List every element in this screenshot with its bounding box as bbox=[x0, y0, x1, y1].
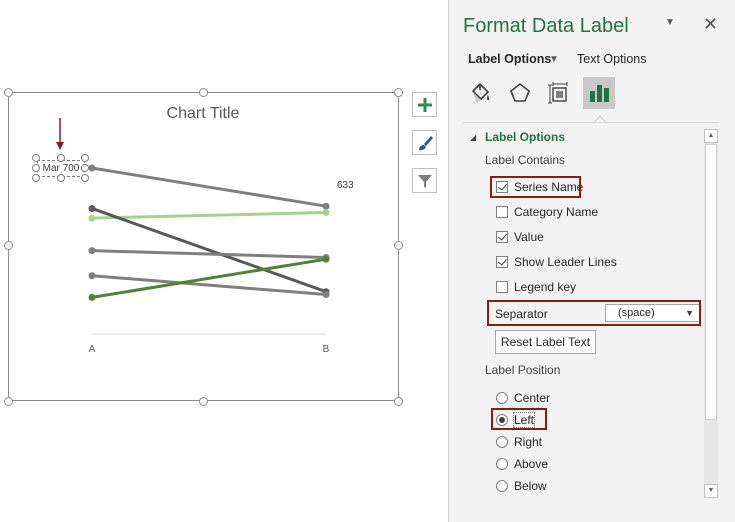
collapse-icon[interactable]: ◢ bbox=[470, 133, 476, 142]
checkbox-box[interactable] bbox=[496, 231, 508, 243]
series-point[interactable] bbox=[322, 291, 330, 299]
label-handle[interactable] bbox=[81, 174, 89, 182]
label-handle[interactable] bbox=[57, 174, 65, 182]
pentagon-icon bbox=[510, 82, 530, 102]
position-right-radio[interactable]: Right bbox=[496, 435, 542, 449]
legend-key-label: Legend key bbox=[514, 280, 577, 294]
scroll-up-icon[interactable]: ▲ bbox=[704, 129, 718, 143]
value-checkbox[interactable]: Value bbox=[496, 230, 544, 244]
label-options-tab[interactable] bbox=[583, 77, 615, 109]
value-label: Value bbox=[514, 230, 544, 244]
series-point[interactable] bbox=[322, 255, 330, 263]
checkbox-box[interactable] bbox=[496, 256, 508, 268]
bar-chart-icon bbox=[590, 85, 609, 102]
highlight-series-name bbox=[490, 176, 581, 198]
position-center-radio[interactable]: Center bbox=[496, 391, 550, 405]
chart-title[interactable]: Chart Title bbox=[167, 105, 240, 122]
series-point[interactable] bbox=[88, 293, 96, 301]
effects-tab[interactable] bbox=[504, 77, 536, 109]
radio-circle[interactable] bbox=[496, 392, 508, 404]
show-leader-lines-label: Show Leader Lines bbox=[514, 255, 617, 269]
x-tick-label: A bbox=[89, 344, 96, 355]
resize-handle[interactable] bbox=[4, 88, 13, 97]
brush-icon bbox=[418, 135, 433, 150]
label-handle[interactable] bbox=[57, 154, 65, 162]
radio-circle[interactable] bbox=[496, 480, 508, 492]
resize-handle[interactable] bbox=[199, 88, 208, 97]
resize-handle[interactable] bbox=[4, 397, 13, 406]
radio-circle[interactable] bbox=[496, 458, 508, 470]
chart-styles-button[interactable] bbox=[412, 130, 437, 155]
position-above-radio[interactable]: Above bbox=[496, 457, 548, 471]
chart-elements-button[interactable] bbox=[412, 92, 437, 117]
position-below-label: Below bbox=[514, 479, 547, 493]
highlight-separator bbox=[487, 300, 701, 326]
series-point[interactable] bbox=[88, 272, 96, 280]
show-leader-lines-checkbox[interactable]: Show Leader Lines bbox=[496, 255, 617, 269]
position-right-label: Right bbox=[514, 435, 543, 449]
series-point[interactable] bbox=[322, 208, 330, 216]
annotation-arrowhead bbox=[56, 142, 64, 150]
plus-icon bbox=[417, 97, 432, 112]
label-position-heading: Label Position bbox=[485, 363, 561, 377]
label-contains-heading: Label Contains bbox=[485, 153, 566, 167]
category-name-label: Category Name bbox=[514, 205, 599, 219]
position-center-label: Center bbox=[514, 391, 551, 405]
resize-handle[interactable] bbox=[394, 88, 403, 97]
checkbox-box[interactable] bbox=[496, 281, 508, 293]
series-point[interactable] bbox=[88, 247, 96, 255]
label-handle[interactable] bbox=[32, 164, 40, 172]
section-label-options[interactable]: Label Options bbox=[485, 130, 565, 144]
format-data-label-pane: Format Data Label ▼ ✕ Label Options ▼ Te… bbox=[448, 0, 735, 522]
series-point[interactable] bbox=[88, 214, 96, 222]
resize-handle[interactable] bbox=[4, 241, 13, 250]
pane-scrollbar[interactable]: ▲ ▼ bbox=[704, 129, 718, 498]
x-tick-label: B bbox=[323, 344, 330, 355]
scroll-thumb[interactable] bbox=[705, 144, 717, 420]
resize-handle[interactable] bbox=[394, 397, 403, 406]
position-above-label: Above bbox=[514, 457, 549, 471]
radio-circle[interactable] bbox=[496, 436, 508, 448]
chart-plot: Chart Title A B 633 bbox=[56, 105, 354, 355]
resize-handle[interactable] bbox=[199, 397, 208, 406]
series-point[interactable] bbox=[88, 164, 96, 172]
divider bbox=[463, 122, 719, 123]
tab-text-options[interactable]: Text Options bbox=[577, 52, 646, 66]
size-properties-icon bbox=[548, 82, 568, 104]
series-line[interactable] bbox=[91, 249, 327, 259]
label-handle[interactable] bbox=[32, 174, 40, 182]
paint-bucket-icon bbox=[471, 82, 490, 103]
scroll-down-icon[interactable]: ▼ bbox=[704, 484, 718, 498]
series-point[interactable] bbox=[322, 202, 330, 210]
label-handle[interactable] bbox=[32, 154, 40, 162]
series-point[interactable] bbox=[88, 204, 96, 212]
series-layer bbox=[88, 164, 330, 301]
reset-label-text-button[interactable]: Reset Label Text bbox=[495, 330, 596, 354]
fill-line-tab[interactable] bbox=[465, 77, 497, 109]
highlight-left-position bbox=[491, 408, 547, 430]
resize-handle[interactable] bbox=[394, 241, 403, 250]
close-icon[interactable]: ✕ bbox=[703, 14, 718, 35]
pane-options-dropdown[interactable]: ▼ bbox=[665, 17, 675, 28]
chevron-down-icon[interactable]: ▼ bbox=[549, 54, 559, 65]
label-handle[interactable] bbox=[81, 164, 89, 172]
checkbox-box[interactable] bbox=[496, 206, 508, 218]
legend-key-checkbox[interactable]: Legend key bbox=[496, 280, 576, 294]
category-name-checkbox[interactable]: Category Name bbox=[496, 205, 598, 219]
pane-title: Format Data Label bbox=[463, 15, 629, 37]
size-properties-tab[interactable] bbox=[543, 77, 575, 109]
position-below-radio[interactable]: Below bbox=[496, 479, 547, 493]
label-handle[interactable] bbox=[81, 154, 89, 162]
chart-filters-button[interactable] bbox=[412, 168, 437, 193]
data-label[interactable]: 633 bbox=[337, 180, 354, 191]
filter-icon bbox=[417, 174, 432, 188]
series-line[interactable] bbox=[91, 210, 327, 220]
tab-label-options[interactable]: Label Options bbox=[468, 52, 551, 66]
series-line[interactable] bbox=[91, 166, 327, 208]
